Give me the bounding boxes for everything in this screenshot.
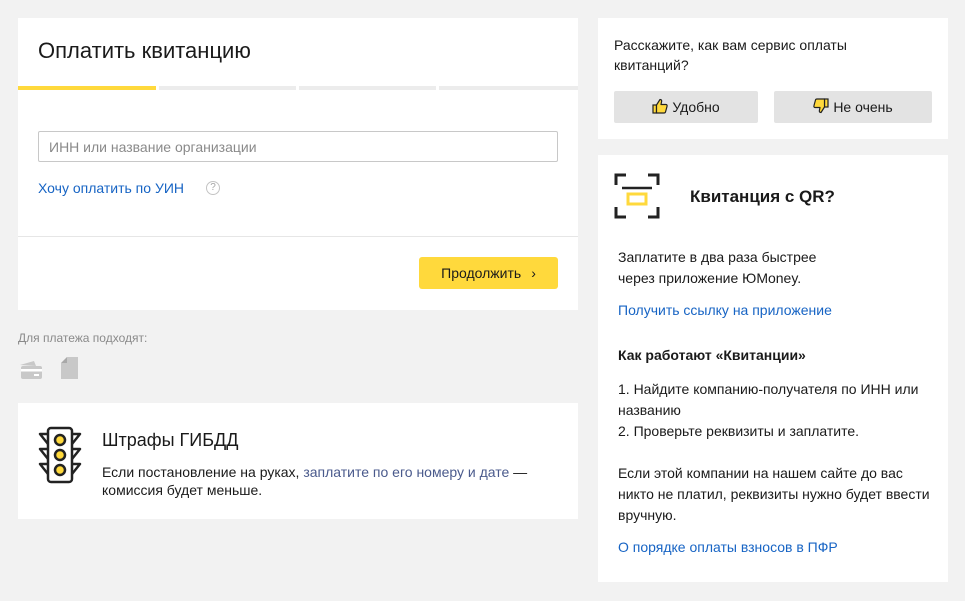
- chevron-right-icon: ›: [531, 265, 536, 281]
- manual-entry-note: Если этой компании на нашем сайте до вас…: [618, 465, 930, 523]
- pfr-payment-info-link[interactable]: О порядке оплаты взносов в ПФР: [618, 539, 838, 555]
- qr-title: Квитанция с QR?: [690, 187, 835, 206]
- how-it-works-step-2: 2. Проверьте реквизиты и заплатите.: [618, 423, 860, 439]
- qr-description: Заплатите в два раза быстрее через прило…: [618, 247, 938, 289]
- qr-description-line-1: Заплатите в два раза быстрее: [618, 249, 817, 265]
- continue-button[interactable]: Продолжить ›: [419, 257, 558, 289]
- thumbs-up-button[interactable]: Удобно: [614, 91, 758, 123]
- how-it-works-step-1: 1. Найдите компанию-получателя по ИНН ил…: [618, 381, 919, 418]
- thumbs-up-icon: [652, 98, 669, 117]
- qr-scan-icon: [614, 173, 660, 224]
- fines-description: Если постановление на руках, заплатите п…: [102, 463, 562, 499]
- get-app-link[interactable]: Получить ссылку на приложение: [618, 302, 832, 318]
- payment-card: Оплатить квитанцию Хочу оплатить по УИН …: [18, 18, 578, 310]
- progress-step-4: [439, 86, 578, 90]
- progress-step-2: [159, 86, 296, 90]
- traffic-fines-card: Штрафы ГИБДД Если постановление на руках…: [18, 403, 578, 519]
- help-icon[interactable]: ?: [206, 181, 220, 195]
- progress-step-3: [299, 86, 436, 90]
- continue-label: Продолжить: [441, 265, 522, 281]
- receipt-icon: [58, 356, 80, 385]
- fines-title: Штрафы ГИБДД: [102, 430, 239, 450]
- inn-search-input[interactable]: [38, 131, 558, 162]
- how-it-works-title: Как работают «Квитанции»: [618, 347, 806, 363]
- progress-bar: [18, 86, 578, 90]
- page-title: Оплатить квитанцию: [38, 38, 251, 63]
- payment-methods-label: Для платежа подходят:: [18, 331, 148, 345]
- feedback-question: Расскажите, как вам сервис оплаты квитан…: [614, 37, 847, 73]
- fines-text-before: Если постановление на руках,: [102, 464, 304, 480]
- card-icon: [18, 357, 44, 384]
- thumbs-up-label: Удобно: [672, 98, 720, 115]
- qr-info-card: Квитанция с QR? Заплатите в два раза быс…: [598, 155, 948, 582]
- thumbs-down-button[interactable]: Не очень: [774, 91, 932, 123]
- divider: [18, 236, 578, 237]
- traffic-light-icon: [38, 426, 82, 489]
- thumbs-down-label: Не очень: [833, 98, 893, 115]
- pay-by-number-link[interactable]: заплатите по его номеру и дате: [303, 464, 509, 480]
- thumbs-down-icon: [813, 97, 829, 117]
- feedback-card: Расскажите, как вам сервис оплаты квитан…: [598, 18, 948, 139]
- pay-by-uin-link[interactable]: Хочу оплатить по УИН: [38, 180, 184, 196]
- qr-description-line-2: через приложение ЮMoney.: [618, 270, 802, 286]
- progress-step-1: [18, 86, 156, 90]
